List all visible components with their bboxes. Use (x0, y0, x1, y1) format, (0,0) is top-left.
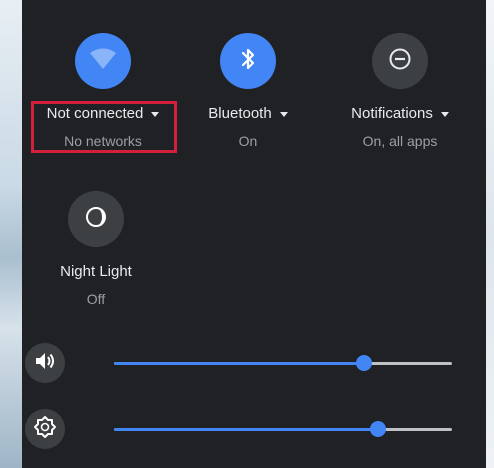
wifi-icon (89, 47, 117, 76)
notifications-toggle[interactable] (372, 33, 428, 89)
quick-settings-panel: Not connected No networks Bluetooth On N… (22, 0, 486, 468)
bluetooth-status: On (238, 133, 258, 149)
volume-mute-button[interactable] (25, 343, 65, 383)
brightness-slider-row (22, 409, 486, 449)
chevron-down-icon (279, 111, 288, 117)
do-not-disturb-icon (388, 47, 412, 76)
desktop-wallpaper-right (486, 0, 494, 468)
bluetooth-tile[interactable]: Bluetooth On (178, 33, 318, 150)
brightness-icon (33, 415, 57, 444)
notifications-status: On, all apps (362, 133, 438, 149)
volume-slider-fill (114, 362, 365, 365)
brightness-slider-fill (114, 428, 378, 431)
network-toggle[interactable] (75, 33, 131, 89)
highlight-box (31, 101, 177, 153)
notifications-label-row[interactable]: Notifications (330, 105, 470, 123)
bluetooth-label: Bluetooth (208, 105, 272, 122)
volume-slider-thumb[interactable] (356, 355, 373, 371)
chevron-down-icon (440, 111, 449, 117)
brightness-slider[interactable] (114, 421, 452, 437)
night-light-icon (84, 205, 108, 234)
volume-icon (34, 351, 56, 376)
desktop-wallpaper (0, 0, 22, 468)
bluetooth-label-row[interactable]: Bluetooth (178, 105, 318, 123)
night-light-label: Night Light (60, 263, 132, 280)
bluetooth-toggle[interactable] (220, 33, 276, 89)
notifications-label: Notifications (351, 105, 433, 122)
notifications-tile[interactable]: Notifications On, all apps (330, 33, 470, 150)
night-light-label-row[interactable]: Night Light (26, 263, 166, 281)
night-light-status: Off (86, 291, 106, 307)
bluetooth-icon (237, 46, 259, 77)
night-light-toggle[interactable] (68, 191, 124, 247)
volume-slider-row (22, 343, 486, 383)
brightness-button[interactable] (25, 409, 65, 449)
night-light-tile[interactable]: Night Light Off (26, 191, 166, 308)
volume-slider[interactable] (114, 355, 452, 371)
brightness-slider-thumb[interactable] (369, 421, 386, 437)
